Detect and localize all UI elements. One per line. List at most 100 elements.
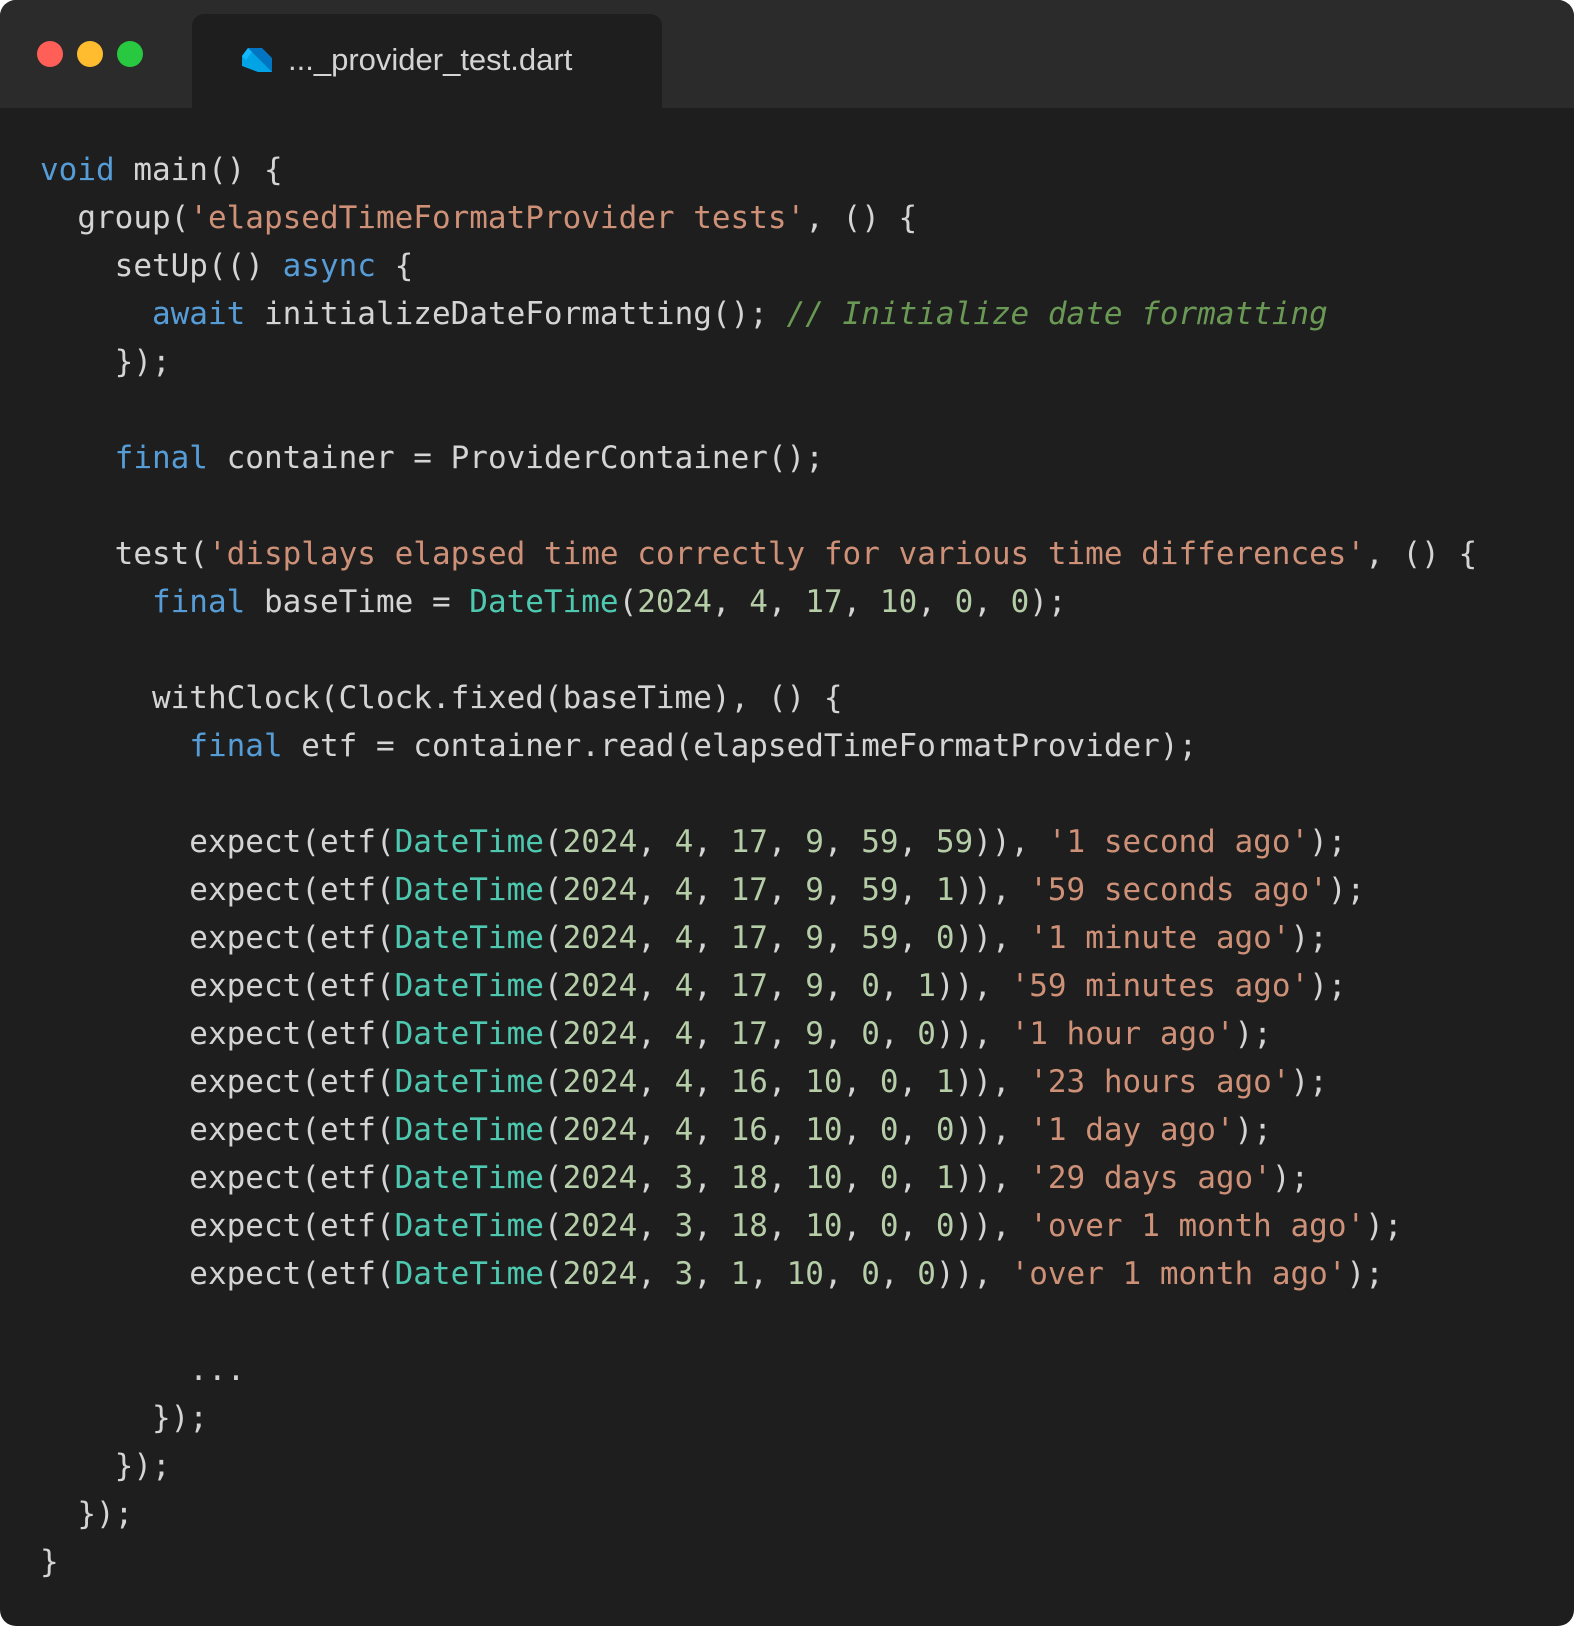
code-line: final etf = container.read(elapsedTimeFo… [40,722,1560,770]
zoom-window-button[interactable] [117,41,143,67]
comment-token: // Initialize date formatting [786,296,1328,332]
number-token: 4 [674,1016,694,1052]
code-token: setUp(() [40,248,283,284]
code-token: ); [1346,1256,1384,1292]
code-token: , [693,920,731,956]
number-token: 1 [935,872,955,908]
code-token: ); [1029,584,1067,620]
number-token: 17 [730,1016,768,1052]
code-token: )), [935,1256,1011,1292]
code-token: , [898,872,936,908]
code-line: } [40,1538,1560,1586]
file-tab-label: ..._provider_test.dart [288,42,573,77]
code-token: expect(etf( [40,1256,395,1292]
number-token: 9 [805,824,824,860]
code-line: ... [40,1346,1560,1394]
string-token: '29 days ago' [1029,1160,1272,1196]
number-token: 2024 [562,920,638,956]
file-tab[interactable]: ..._provider_test.dart [192,14,662,108]
number-token: 9 [805,1016,824,1052]
number-token: 3 [674,1256,694,1292]
number-token: 4 [749,584,768,620]
code-token: )), [935,1016,1011,1052]
code-token: ); [1234,1016,1272,1052]
type-token: DateTime [394,1112,544,1148]
number-token: 18 [730,1160,768,1196]
number-token: 0 [1010,584,1030,620]
string-token: 'over 1 month ago' [1010,1256,1347,1292]
code-token: , [767,584,806,620]
number-token: 2024 [562,968,638,1004]
code-token: ); [1327,872,1366,908]
code-line: expect(etf(DateTime(2024, 4, 16, 10, 0, … [40,1058,1560,1106]
code-token: , [767,1208,806,1244]
code-token: , [823,872,862,908]
code-token: ( [543,1112,563,1148]
code-token: , [898,1160,936,1196]
code-token: ... [40,1352,246,1388]
number-token: 2024 [562,1016,638,1052]
number-token: 0 [861,968,880,1004]
code-token: , [879,968,918,1004]
code-line: expect(etf(DateTime(2024, 3, 18, 10, 0, … [40,1154,1560,1202]
code-token: ); [1234,1112,1272,1148]
number-token: 18 [730,1208,768,1244]
string-token: '1 day ago' [1029,1112,1235,1148]
code-token: , [693,872,731,908]
number-token: 9 [805,968,824,1004]
number-token: 0 [935,1208,955,1244]
minimize-window-button[interactable] [77,41,103,67]
code-token: , () { [1365,536,1478,572]
code-token: , [637,1160,675,1196]
code-token: , [898,824,936,860]
number-token: 10 [805,1064,843,1100]
code-token: main() { [114,152,283,188]
code-editor[interactable]: void main() { group('elapsedTimeFormatPr… [40,146,1560,1596]
keyword-token: async [282,248,376,284]
code-token: , [767,1160,806,1196]
number-token: 4 [674,824,694,860]
code-token: , [637,1064,675,1100]
close-window-button[interactable] [37,41,63,67]
code-token: ( [543,1016,563,1052]
code-token: etf = container.read(elapsedTimeFormatPr… [282,728,1198,764]
code-token: ( [543,968,563,1004]
number-token: 1 [935,1160,955,1196]
keyword-token: final [189,728,283,764]
code-token: , [693,1064,731,1100]
code-token: , [842,1112,880,1148]
number-token: 59 [935,824,974,860]
keyword-token: void [40,152,115,188]
type-token: DateTime [394,1016,544,1052]
number-token: 17 [730,824,768,860]
code-token: ); [1290,920,1328,956]
code-token: )), [935,968,1011,1004]
code-token: , [917,584,955,620]
code-token: , [637,1256,675,1292]
code-token: , [767,1112,806,1148]
code-token: )), [954,1160,1030,1196]
keyword-token: final [114,440,208,476]
code-token: baseTime = [245,584,470,620]
code-token: , [637,968,675,1004]
number-token: 0 [917,1016,936,1052]
number-token: 17 [730,872,768,908]
number-token: 10 [786,1256,824,1292]
code-token: expect(etf( [40,824,395,860]
code-token: expect(etf( [40,1016,395,1052]
code-line: expect(etf(DateTime(2024, 3, 1, 10, 0, 0… [40,1250,1560,1298]
code-token: , [879,1016,918,1052]
number-token: 0 [935,1112,955,1148]
code-token: , [637,872,675,908]
code-token: , [767,1064,806,1100]
type-token: DateTime [394,968,544,1004]
code-token: , [898,1112,936,1148]
string-token: '1 minute ago' [1029,920,1291,956]
number-token: 17 [730,920,768,956]
code-token: )), [954,1208,1030,1244]
number-token: 3 [674,1208,694,1244]
code-token: , [767,872,806,908]
number-token: 0 [879,1112,899,1148]
code-token: , [823,824,862,860]
